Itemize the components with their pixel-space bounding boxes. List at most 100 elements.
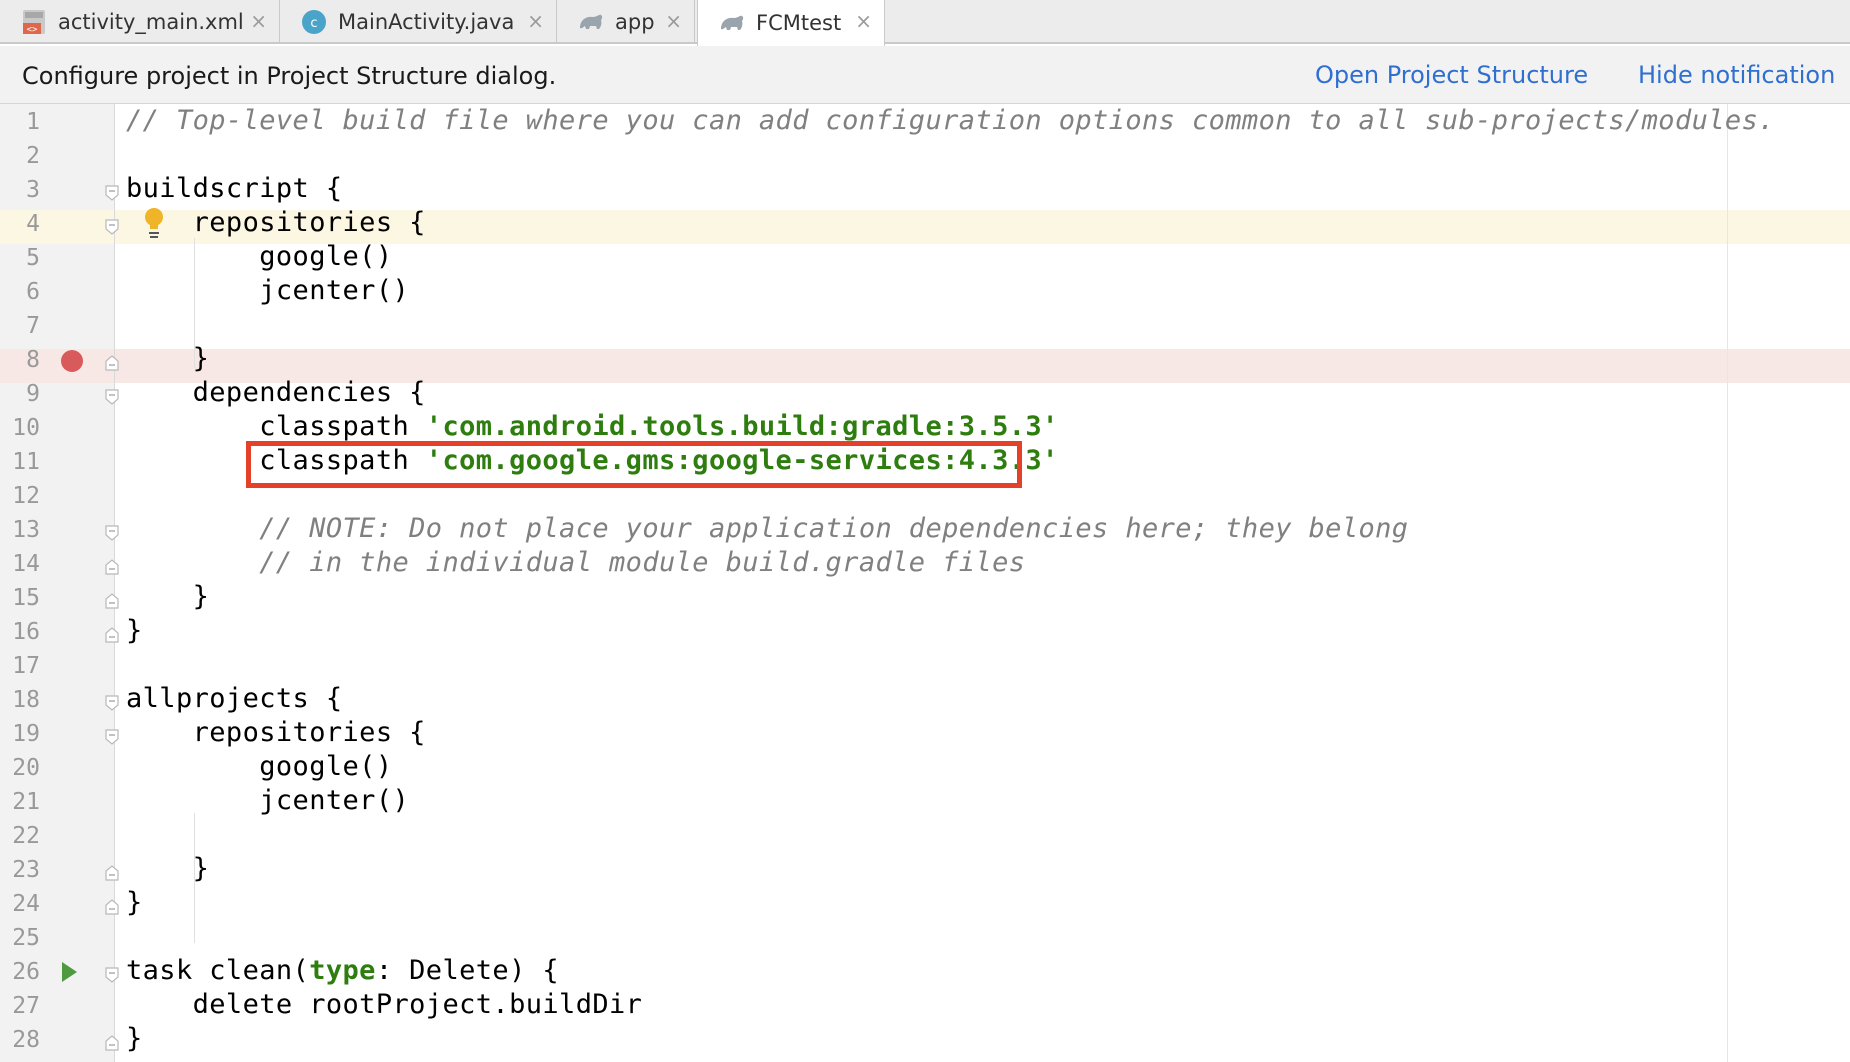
- code-line-27: delete rootProject.buildDir: [126, 989, 643, 1020]
- code-line-5: google(): [126, 241, 393, 272]
- tab-label: MainActivity.java: [338, 10, 515, 34]
- close-icon[interactable]: ×: [665, 10, 682, 32]
- close-icon[interactable]: ×: [855, 10, 872, 32]
- line-number: 10: [12, 415, 40, 441]
- close-icon[interactable]: ×: [250, 10, 267, 32]
- line-number: 2: [26, 143, 40, 169]
- named-argument: type: [309, 955, 376, 986]
- line-number: 21: [12, 789, 40, 815]
- tab-label: app: [615, 10, 655, 34]
- code-line-15: }: [126, 581, 210, 612]
- line-number: 18: [12, 687, 40, 713]
- line-number: 9: [26, 381, 40, 407]
- line-number: 28: [12, 1027, 40, 1053]
- line-number: 8: [26, 347, 40, 373]
- fold-marker-icon[interactable]: [104, 525, 120, 541]
- code-line-4: repositories {: [126, 207, 426, 238]
- code-line-18: allprojects {: [126, 683, 343, 714]
- line-number: 16: [12, 619, 40, 645]
- line-number: 12: [12, 483, 40, 509]
- tab-label: activity_main.xml: [58, 10, 244, 34]
- comment: // NOTE: Do not place your application d…: [126, 513, 1409, 544]
- fold-marker-icon[interactable]: [104, 967, 120, 983]
- line-number: 11: [12, 449, 40, 475]
- code-token: task clean(: [126, 955, 310, 986]
- fold-marker-icon[interactable]: [104, 729, 120, 745]
- right-margin-guide: [1727, 104, 1728, 1062]
- code-line-1: // Top-level build file where you can ad…: [126, 105, 1775, 136]
- fold-marker-icon[interactable]: [104, 355, 120, 371]
- comment: // Top-level build file where you can ad…: [126, 105, 1775, 136]
- line-number: 4: [26, 211, 40, 237]
- tab-app[interactable]: app ×: [557, 0, 695, 44]
- notification-bar: Configure project in Project Structure d…: [0, 46, 1850, 104]
- tab-label: FCMtest: [756, 11, 842, 35]
- code-line-24: }: [126, 887, 143, 918]
- fold-marker-icon[interactable]: [104, 865, 120, 881]
- tab-fcmtest[interactable]: FCMtest ×: [697, 0, 885, 46]
- tab-activity-main-xml[interactable]: <> activity_main.xml ×: [0, 0, 280, 44]
- gradle-elephant-icon: [580, 14, 603, 29]
- fold-marker-icon[interactable]: [104, 899, 120, 915]
- line-number: 14: [12, 551, 40, 577]
- code-token: : Delete) {: [375, 955, 560, 986]
- code-line-20: google(): [126, 751, 393, 782]
- line-number: 19: [12, 721, 40, 747]
- line-number: 7: [26, 313, 40, 339]
- fold-marker-icon[interactable]: [104, 389, 120, 405]
- code-line-14: // in the individual module build.gradle…: [126, 547, 1025, 578]
- fold-marker-icon[interactable]: [104, 185, 120, 201]
- line-number: 1: [26, 109, 40, 135]
- line-number: 27: [12, 993, 40, 1019]
- annotation-highlight-box: [246, 441, 1022, 488]
- code-editor[interactable]: 1 2 3 4 5 6 7 8 9 10 11 12 13 14 15 16 1…: [0, 104, 1850, 1062]
- code-line-13: // NOTE: Do not place your application d…: [126, 513, 1408, 544]
- fold-marker-icon[interactable]: [104, 559, 120, 575]
- xml-layout-icon: <>: [23, 10, 45, 35]
- line-number: 23: [12, 857, 40, 883]
- code-line-28: }: [126, 1023, 143, 1054]
- code-line-26: task clean(type: Delete) {: [126, 955, 559, 986]
- code-line-16: }: [126, 615, 143, 646]
- svg-text:<>: <>: [27, 25, 38, 35]
- code-line-10: classpath 'com.android.tools.build:gradl…: [126, 411, 1059, 442]
- hide-notification-link[interactable]: Hide notification: [1638, 61, 1835, 89]
- line-number: 25: [12, 925, 40, 951]
- gutter-separator: [114, 104, 115, 1062]
- code-line-8: }: [126, 343, 210, 374]
- code-line-19: repositories {: [126, 717, 426, 748]
- code-line-9: dependencies {: [126, 377, 426, 408]
- line-number: 20: [12, 755, 40, 781]
- run-icon[interactable]: [62, 962, 77, 982]
- notification-message: Configure project in Project Structure d…: [22, 62, 557, 90]
- line-number: 22: [12, 823, 40, 849]
- gradle-elephant-icon: [721, 15, 744, 30]
- fold-marker-icon[interactable]: [104, 627, 120, 643]
- open-project-structure-link[interactable]: Open Project Structure: [1315, 61, 1588, 89]
- java-class-icon: c: [302, 10, 326, 34]
- comment: // in the individual module build.gradle…: [126, 547, 1026, 578]
- fold-marker-icon[interactable]: [104, 695, 120, 711]
- line-number: 15: [12, 585, 40, 611]
- svg-text:c: c: [310, 16, 317, 31]
- line-number: 26: [12, 959, 40, 985]
- string-literal: 'com.android.tools.build:gradle:3.5.3': [425, 411, 1059, 442]
- fold-marker-icon[interactable]: [104, 593, 120, 609]
- line-number: 5: [26, 245, 40, 271]
- code-line-23: }: [126, 853, 210, 884]
- editor-tab-bar: <> activity_main.xml × c MainActivity.ja…: [0, 0, 1850, 46]
- line-number: 17: [12, 653, 40, 679]
- code-line-21: jcenter(): [126, 785, 410, 816]
- code-line-6: jcenter(): [126, 275, 410, 306]
- tab-mainactivity-java[interactable]: c MainActivity.java ×: [280, 0, 557, 44]
- line-number: 24: [12, 891, 40, 917]
- fold-marker-icon[interactable]: [104, 219, 120, 235]
- breakpoint-icon[interactable]: [61, 350, 83, 372]
- line-number: 6: [26, 279, 40, 305]
- line-number: 3: [26, 177, 40, 203]
- code-token: classpath: [126, 411, 426, 442]
- close-icon[interactable]: ×: [527, 10, 544, 32]
- code-line-3: buildscript {: [126, 173, 343, 204]
- fold-marker-icon[interactable]: [104, 1035, 120, 1051]
- line-number: 13: [12, 517, 40, 543]
